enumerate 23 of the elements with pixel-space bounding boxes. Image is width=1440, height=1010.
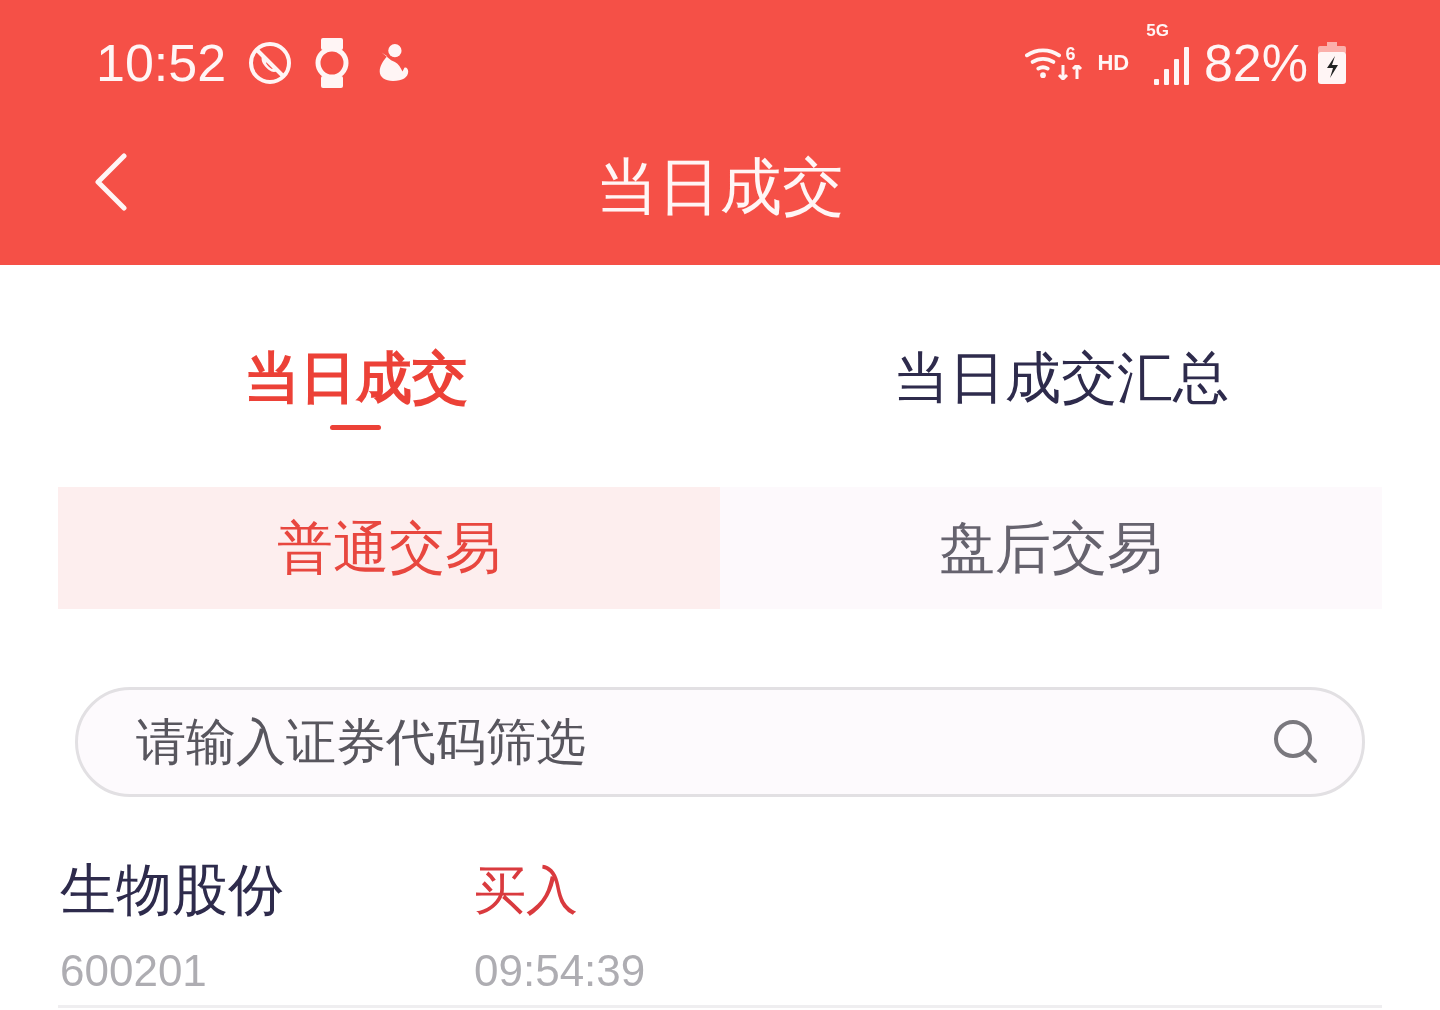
back-chevron-icon: [94, 153, 128, 211]
watch-icon: [314, 37, 351, 88]
search-icon[interactable]: [1273, 719, 1319, 765]
tab[interactable]: 当日成交: [3, 265, 708, 487]
page-title: 当日成交: [596, 151, 844, 223]
tab-underline: [330, 425, 381, 430]
trade-time: 09:54:39: [474, 947, 646, 995]
stock-name: 生物股份: [60, 860, 284, 920]
network-type-label: 5G: [1146, 20, 1169, 41]
signal-icon: [1153, 46, 1190, 85]
trade-side: 买入: [474, 860, 578, 920]
segment-tab[interactable]: 普通交易: [58, 487, 720, 609]
hd-label: HD: [1097, 49, 1130, 76]
data-arrows-icon: [1057, 65, 1084, 80]
search-field[interactable]: 请输入证券代码筛选: [75, 687, 1365, 797]
stock-code: 600201: [60, 947, 207, 995]
segment-tab[interactable]: 盘后交易: [720, 487, 1382, 609]
status-time: 10:52: [96, 32, 227, 93]
battery-charging-icon: [1318, 41, 1346, 84]
tab[interactable]: 当日成交汇总: [708, 265, 1413, 487]
battery-percent: 82%: [1203, 32, 1308, 93]
call-blocked-icon: [248, 40, 293, 85]
wifi-standard-label: 6: [1065, 45, 1076, 63]
